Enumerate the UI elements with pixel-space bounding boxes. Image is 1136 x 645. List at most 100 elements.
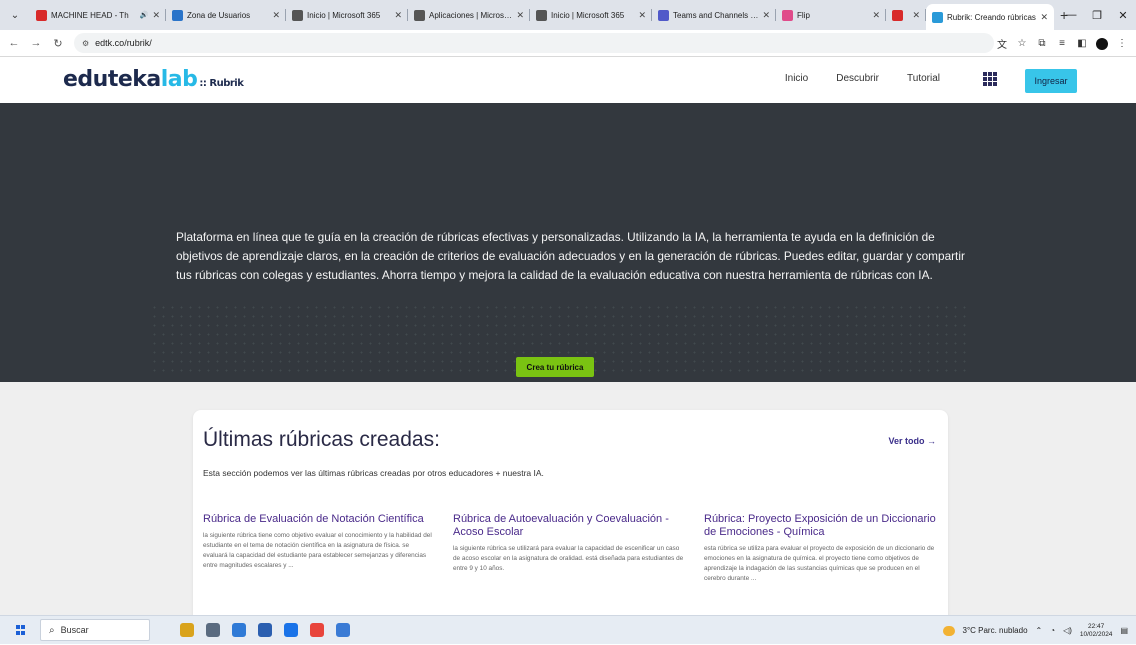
tab-close-icon[interactable]: ✕ xyxy=(762,10,770,21)
section-title: Últimas rúbricas creadas: xyxy=(203,428,440,451)
tab-favicon-icon xyxy=(892,9,903,21)
section-intro: Esta sección podemos ver las últimas rúb… xyxy=(203,468,544,478)
tab-close-icon[interactable]: ✕ xyxy=(872,10,880,21)
tab-close-icon[interactable]: ✕ xyxy=(638,10,646,21)
tab-close-icon[interactable]: ✕ xyxy=(912,10,920,21)
reading-list-icon[interactable]: ≡ xyxy=(1052,38,1072,49)
tab-favicon-icon xyxy=(536,9,547,21)
profile-avatar[interactable] xyxy=(1096,37,1108,50)
site-logo[interactable]: edutekalab:: Rubrik xyxy=(63,67,244,92)
tab-audio-icon[interactable]: 🔊 xyxy=(140,11,149,19)
rubric-description: esta rúbrica se utiliza para evaluar el … xyxy=(704,545,935,582)
back-icon[interactable]: ← xyxy=(6,37,22,49)
minimize-icon[interactable]: — xyxy=(1058,9,1084,21)
tab-close-icon[interactable]: ✕ xyxy=(516,10,524,21)
tab-favicon-icon xyxy=(292,9,303,21)
notifications-icon[interactable]: ▤ xyxy=(1120,626,1128,635)
rubric-description: la siguiente rúbrica tiene como objetivo… xyxy=(203,532,432,569)
hero-section: Plataforma en línea que te guía en la cr… xyxy=(0,103,1136,382)
taskbar-search-placeholder: Buscar xyxy=(60,625,89,635)
taskbar-app-icon[interactable] xyxy=(284,623,298,637)
weather-icon xyxy=(942,625,955,636)
login-button[interactable]: Ingresar xyxy=(1025,69,1077,93)
taskbar-apps xyxy=(180,623,350,637)
tray-overflow-icon[interactable]: ⌃ xyxy=(1036,626,1043,635)
taskbar-app-icon[interactable] xyxy=(180,623,194,637)
tab-search-icon[interactable]: ⌄ xyxy=(6,6,24,24)
bookmark-star-icon[interactable]: ☆ xyxy=(1012,38,1032,49)
tab-title: Rubrik: Creando rúbricas xyxy=(947,12,1036,22)
system-tray: 3°C Parc. nublado ⌃ ◔ ◁) 22:47 10/02/202… xyxy=(942,616,1128,645)
tab-close-icon[interactable]: ✕ xyxy=(152,10,160,21)
tab-close-icon[interactable]: ✕ xyxy=(272,10,280,21)
tab-title: Teams and Channels | Go xyxy=(673,10,759,20)
rubric-card[interactable]: Rúbrica de Autoevaluación y Coevaluación… xyxy=(453,513,685,574)
tab-title: Flip xyxy=(797,10,810,20)
windows-taskbar: ⌕ Buscar 3°C Parc. nublado ⌃ ◔ ◁) 22:47 … xyxy=(0,615,1136,644)
browser-tab[interactable]: Flip ✕ xyxy=(776,3,886,27)
hero-description: Plataforma en línea que te guía en la cr… xyxy=(176,230,965,282)
browser-tab[interactable]: Inicio | Microsoft 365 ✕ xyxy=(530,3,652,27)
browser-tab[interactable]: ✕ xyxy=(886,3,926,27)
browser-tab-strip: ⌄ MACHINE HEAD - Th 🔊 ✕ Zona de Usuarios ✕ In… xyxy=(0,0,1136,30)
windows-start-icon[interactable] xyxy=(16,625,26,635)
tab-favicon-icon xyxy=(932,11,943,23)
tab-list: MACHINE HEAD - Th 🔊 ✕ Zona de Usuarios ✕ Inic… xyxy=(30,0,1054,30)
rubric-card[interactable]: Rúbrica de Evaluación de Notación Cientí… xyxy=(203,513,435,571)
tab-title: Inicio | Microsoft 365 xyxy=(551,10,625,20)
weather-text[interactable]: 3°C Parc. nublado xyxy=(963,626,1028,635)
rubric-title[interactable]: Rúbrica de Evaluación de Notación Cientí… xyxy=(203,513,435,526)
clock-date: 10/02/2024 xyxy=(1079,630,1113,638)
site-info-icon[interactable]: ⚙ xyxy=(82,39,89,48)
rubric-title[interactable]: Rúbrica: Proyecto Exposición de un Dicci… xyxy=(704,513,936,539)
tab-favicon-icon xyxy=(658,9,669,21)
side-panel-icon[interactable]: ◧ xyxy=(1072,38,1092,49)
nav-link-descubrir[interactable]: Descubrir xyxy=(836,73,879,84)
volume-icon[interactable]: ◁) xyxy=(1063,626,1072,635)
extensions-icon[interactable]: ⧉ xyxy=(1032,38,1052,49)
nav-link-tutorial[interactable]: Tutorial xyxy=(907,73,940,84)
browser-tab[interactable]: Teams and Channels | Go ✕ xyxy=(652,3,776,27)
tab-close-icon[interactable]: ✕ xyxy=(1040,12,1048,23)
taskbar-app-icon[interactable] xyxy=(258,623,272,637)
see-all-link[interactable]: Ver todo → xyxy=(888,436,936,446)
window-controls: — ❐ ✕ xyxy=(1058,0,1136,30)
reload-icon[interactable]: ↻ xyxy=(50,37,66,50)
rubric-title[interactable]: Rúbrica de Autoevaluación y Coevaluación… xyxy=(453,513,685,539)
apps-grid-icon[interactable] xyxy=(983,72,997,86)
taskbar-search[interactable]: ⌕ Buscar xyxy=(40,619,150,641)
browser-tab[interactable]: Aplicaciones | Microsoft ✕ xyxy=(408,3,530,27)
toolbar-actions: 文 ☆ ⧉ ≡ ◧ ⋮ xyxy=(992,30,1132,57)
nav-link-inicio[interactable]: Inicio xyxy=(785,73,808,84)
forward-icon[interactable]: → xyxy=(28,37,44,49)
more-menu-icon[interactable]: ⋮ xyxy=(1112,38,1132,49)
search-icon: ⌕ xyxy=(49,624,55,636)
close-window-icon[interactable]: ✕ xyxy=(1110,9,1136,22)
tab-title: Inicio | Microsoft 365 xyxy=(307,10,381,20)
tab-favicon-icon xyxy=(36,9,47,21)
tab-title: MACHINE HEAD - Th xyxy=(51,10,129,20)
site-header: edutekalab:: Rubrik Inicio Descubrir Tut… xyxy=(0,57,1136,103)
rubric-card[interactable]: Rúbrica: Proyecto Exposición de un Dicci… xyxy=(704,513,936,584)
create-rubric-button[interactable]: Crea tu rúbrica xyxy=(516,357,594,377)
url-text: edtk.co/rubrik/ xyxy=(95,38,152,48)
taskbar-app-icon[interactable] xyxy=(310,623,324,637)
browser-tab[interactable]: Rubrik: Creando rúbricas ✕ xyxy=(926,4,1054,30)
browser-tab[interactable]: Inicio | Microsoft 365 ✕ xyxy=(286,3,408,27)
web-page: edutekalab:: Rubrik Inicio Descubrir Tut… xyxy=(0,57,1136,615)
network-icon[interactable]: ◔ xyxy=(1050,626,1055,635)
tab-favicon-icon xyxy=(414,9,425,21)
address-bar[interactable]: ⚙ edtk.co/rubrik/ xyxy=(74,33,994,53)
restore-icon[interactable]: ❐ xyxy=(1084,9,1110,22)
taskbar-app-icon[interactable] xyxy=(206,623,220,637)
tab-favicon-icon xyxy=(782,9,793,21)
translate-icon[interactable]: 文 xyxy=(992,36,1012,51)
taskbar-app-icon[interactable] xyxy=(336,623,350,637)
latest-rubrics-card: Últimas rúbricas creadas: Ver todo → Est… xyxy=(193,410,948,615)
logo-text: edutekalab xyxy=(63,67,198,92)
tab-close-icon[interactable]: ✕ xyxy=(394,10,402,21)
clock[interactable]: 22:47 10/02/2024 xyxy=(1080,623,1113,639)
browser-tab[interactable]: MACHINE HEAD - Th 🔊 ✕ xyxy=(30,3,166,27)
browser-tab[interactable]: Zona de Usuarios ✕ xyxy=(166,3,286,27)
taskbar-app-icon[interactable] xyxy=(232,623,246,637)
